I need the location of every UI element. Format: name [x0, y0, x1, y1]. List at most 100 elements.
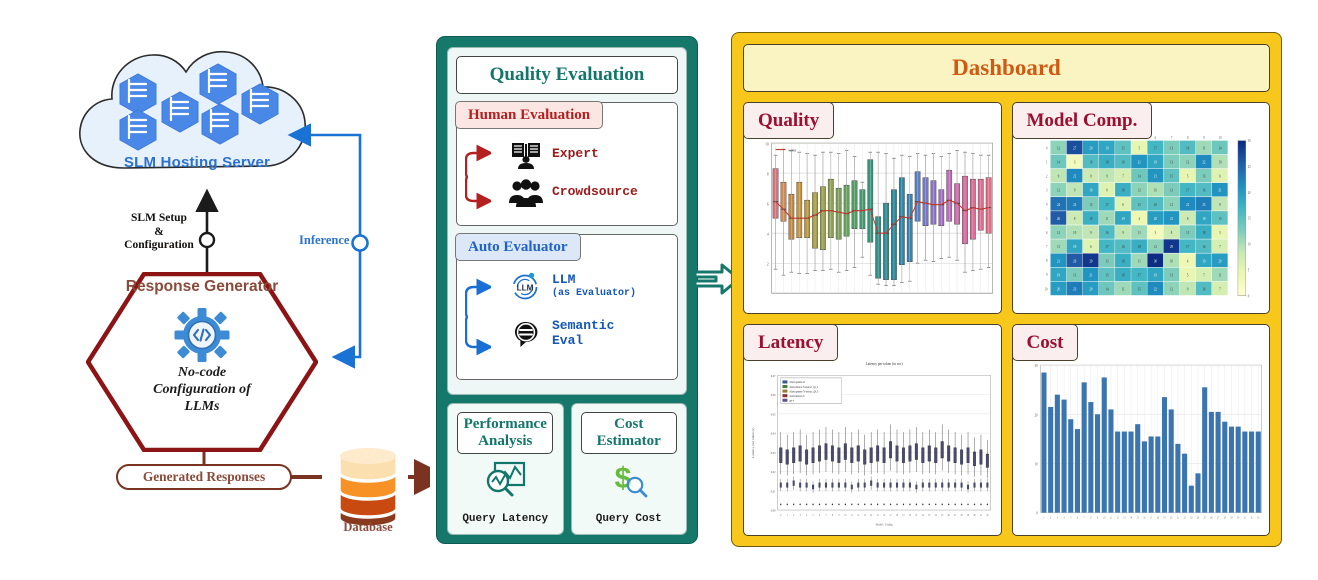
- svg-text:9: 9: [1046, 273, 1048, 277]
- svg-text:22: 22: [1186, 203, 1189, 207]
- svg-text:19: 19: [1105, 146, 1108, 150]
- svg-text:16: 16: [1202, 287, 1205, 291]
- dashboard-tile-latency[interactable]: Latency 0.00 0.01 0.02 0.03 0.04 0.05 0.06 0.07…: [743, 324, 1002, 536]
- human-evaluation-card[interactable]: Human Evaluation Expert Crowdsource: [455, 101, 678, 226]
- chart-magnifier-icon: [482, 460, 528, 498]
- svg-text:6: 6: [819, 514, 821, 517]
- tile-title-model-comp: Model Comp.: [1012, 103, 1153, 139]
- svg-text:12: 12: [1057, 188, 1060, 192]
- svg-text:25: 25: [941, 514, 944, 517]
- svg-text:19: 19: [1202, 217, 1205, 221]
- svg-text:17: 17: [1150, 516, 1153, 519]
- svg-text:4: 4: [1138, 217, 1140, 221]
- svg-text:21: 21: [915, 514, 918, 517]
- svg-text:32: 32: [1250, 516, 1253, 519]
- auto-eval-item-llm[interactable]: LLM LLM (as Evaluator): [509, 271, 636, 301]
- dashboard-tile-model-comp[interactable]: Model Comp. 12 27 20 19 15 5 17 13 16 11 14 14 3 16 18…: [1011, 102, 1270, 314]
- svg-text:gpt-4: gpt-4: [789, 399, 794, 402]
- svg-text:0.00: 0.00: [771, 508, 776, 512]
- human-eval-item-expert[interactable]: Expert: [509, 139, 599, 169]
- svg-text:22: 22: [1073, 174, 1076, 178]
- svg-text:29: 29: [1089, 259, 1092, 263]
- svg-text:24: 24: [935, 514, 938, 517]
- svg-text:19: 19: [1163, 516, 1166, 519]
- svg-text:11: 11: [1121, 287, 1124, 291]
- svg-text:6: 6: [1219, 174, 1221, 178]
- svg-text:4: 4: [806, 514, 808, 517]
- svg-text:30: 30: [1034, 364, 1037, 368]
- svg-text:10: 10: [1218, 135, 1221, 139]
- svg-text:1: 1: [787, 514, 789, 517]
- svg-text:3: 3: [1046, 188, 1048, 192]
- svg-text:16: 16: [1202, 245, 1205, 249]
- svg-text:26: 26: [1057, 217, 1060, 221]
- human-eval-item-crowdsource[interactable]: Crowdsource: [509, 177, 638, 207]
- svg-text:20: 20: [1218, 259, 1221, 263]
- svg-text:31: 31: [1243, 516, 1246, 519]
- svg-text:11: 11: [1137, 259, 1140, 263]
- svg-text:8: 8: [1090, 174, 1092, 178]
- tile-title-latency: Latency: [743, 325, 839, 361]
- people-group-icon: [509, 177, 543, 207]
- database-label: Database: [343, 520, 393, 534]
- dashboard-tile-quality[interactable]: Quality 2 4 6 8 10 scores: [743, 102, 1002, 314]
- auto-evaluator-card[interactable]: Auto Evaluator LLM LLM (as Evaluator) Se…: [455, 233, 678, 380]
- svg-text:2: 2: [767, 261, 769, 267]
- svg-text:22: 22: [1183, 516, 1186, 519]
- svg-text:7: 7: [825, 514, 827, 517]
- quality-evaluation-card: Quality Evaluation Human Evaluation Expe…: [447, 47, 687, 395]
- svg-text:10: 10: [1170, 259, 1173, 263]
- svg-text:28: 28: [1223, 516, 1226, 519]
- svg-text:4: 4: [1046, 202, 1048, 206]
- svg-text:20: 20: [909, 514, 912, 517]
- svg-text:20: 20: [1034, 413, 1037, 417]
- svg-text:8: 8: [832, 514, 834, 517]
- cost-estimator-card[interactable]: Cost Estimator $ Query Cost: [570, 403, 687, 535]
- svg-text:30: 30: [1237, 516, 1240, 519]
- svg-text:5: 5: [1186, 174, 1188, 178]
- svg-text:29: 29: [1170, 245, 1173, 249]
- svg-text:10: 10: [1153, 188, 1156, 192]
- svg-text:16: 16: [1153, 203, 1156, 207]
- dashboard-tile-cost[interactable]: Cost 0 10 20 30 1 2 3 4 5 6 7 8 9 10 11 12 13 14 15 16 17 18 1…: [1011, 324, 1270, 536]
- cost-barchart-chart: 0 10 20 30 1 2 3 4 5 6 7 8 9 10 11 12 13 14 15 16 17 18 19 20 21…: [1013, 355, 1270, 533]
- svg-text:1: 1: [1043, 516, 1045, 519]
- svg-text:18: 18: [1121, 273, 1124, 277]
- svg-text:23: 23: [1190, 516, 1193, 519]
- svg-text:21: 21: [1057, 259, 1060, 263]
- svg-text:19: 19: [1073, 245, 1076, 249]
- svg-text:18: 18: [1121, 188, 1124, 192]
- svg-text:4: 4: [1063, 516, 1065, 519]
- response-generator-node[interactable]: Response Generator No-code Configuration…: [86, 272, 318, 452]
- dashboard-title: Dashboard: [743, 44, 1270, 92]
- svg-text:17: 17: [1105, 245, 1108, 249]
- svg-text:6: 6: [1122, 203, 1124, 207]
- llm-circle-icon: LLM: [509, 271, 543, 301]
- svg-text:31: 31: [980, 514, 983, 517]
- performance-analysis-title: Performance Analysis: [457, 412, 554, 454]
- svg-text:6: 6: [767, 201, 769, 207]
- gear-code-icon: [174, 308, 230, 362]
- svg-text:0: 0: [780, 514, 782, 517]
- diagram-canvas: SLM Hosting Server SLM Setup & Configura…: [0, 0, 1318, 580]
- dashboard-panel: Dashboard Quality 2 4 6 8 10 scores Model Com…: [731, 32, 1282, 547]
- svg-text:17: 17: [1186, 245, 1189, 249]
- svg-text:4: 4: [1186, 259, 1188, 263]
- svg-text:11: 11: [1202, 146, 1205, 150]
- hexagon-shape: [86, 272, 318, 452]
- svg-text:9: 9: [1097, 516, 1099, 519]
- svg-text:29: 29: [1230, 516, 1233, 519]
- svg-text:29: 29: [967, 514, 970, 517]
- svg-text:16: 16: [1089, 160, 1092, 164]
- svg-text:10: 10: [1218, 160, 1221, 164]
- svg-text:20: 20: [1247, 191, 1250, 195]
- auto-eval-item-semantic[interactable]: Semantic Eval: [509, 319, 614, 349]
- svg-text:20: 20: [1057, 287, 1060, 291]
- svg-text:21: 21: [1089, 273, 1092, 277]
- database-node[interactable]: Database: [322, 440, 414, 540]
- svg-text:23: 23: [1073, 203, 1076, 207]
- svg-text:8: 8: [767, 171, 769, 177]
- generated-responses-pill[interactable]: Generated Responses: [116, 464, 292, 490]
- svg-text:0.03: 0.03: [771, 451, 776, 455]
- performance-analysis-card[interactable]: Performance Analysis Query Latency: [447, 403, 564, 535]
